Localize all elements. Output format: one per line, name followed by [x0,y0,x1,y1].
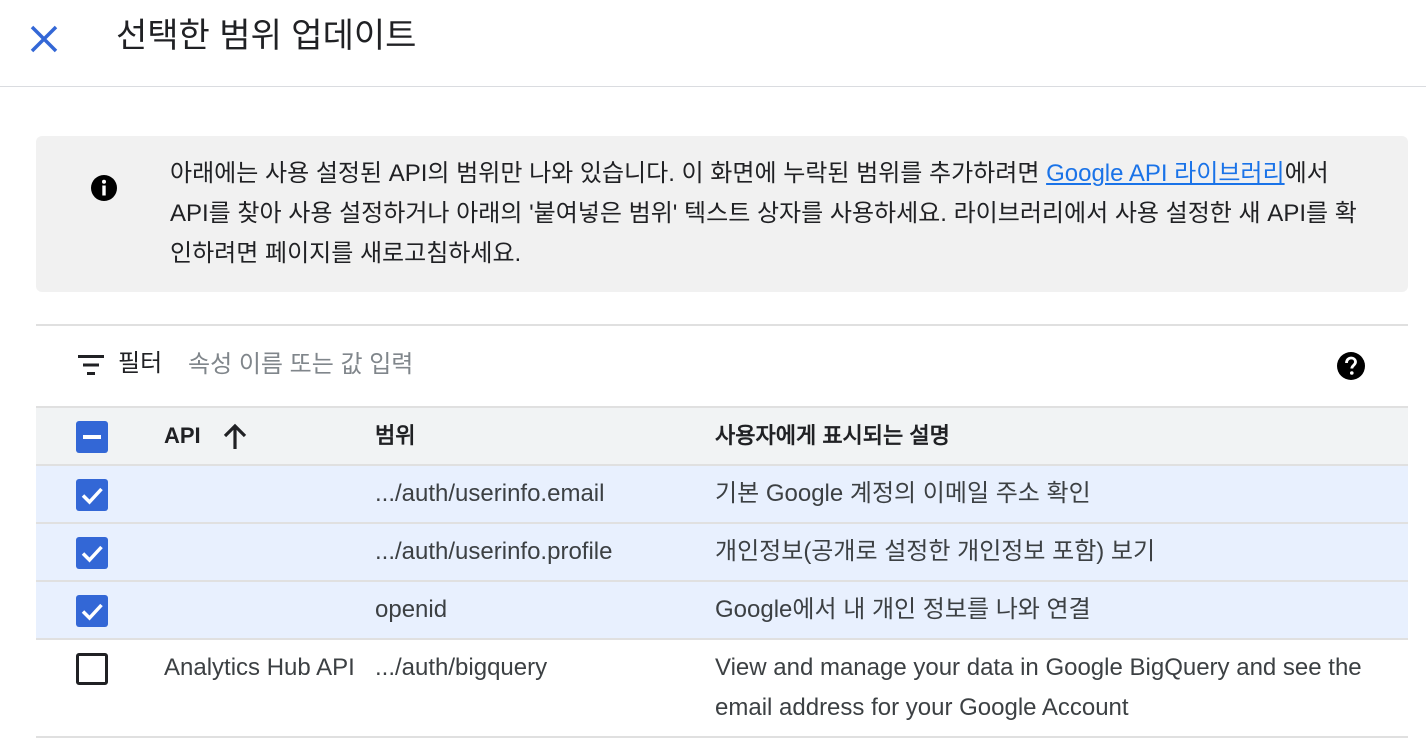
notice-text: 아래에는 사용 설정된 API의 범위만 나와 있습니다. 이 화면에 누락된 … [170,154,1370,274]
row-description: View and manage your data in Google BigQ… [715,654,1362,721]
filter-icon[interactable] [78,354,104,376]
filter-input[interactable] [186,346,1090,384]
table-row[interactable]: .../auth/userinfo.profile 개인정보(공개로 설정한 개… [36,522,1408,580]
arrow-upward-icon[interactable] [222,423,248,451]
filter-bar: 필터 [36,326,1408,406]
filter-label: 필터 [118,350,163,377]
row-checkbox[interactable] [76,479,108,511]
check-icon [81,545,103,563]
column-header-description: 사용자에게 표시되는 설명 [715,423,950,448]
row-description: 기본 Google 계정의 이메일 주소 확인 [715,480,1091,507]
row-description: Google에서 내 개인 정보를 나와 연결 [715,596,1091,623]
indeterminate-icon [83,435,101,439]
row-checkbox[interactable] [76,653,108,685]
notice-text-before: 아래에는 사용 설정된 API의 범위만 나와 있습니다. 이 화면에 누락된 … [170,160,1047,187]
row-api: Analytics Hub API [164,654,355,681]
row-checkbox[interactable] [76,595,108,627]
row-checkbox[interactable] [76,537,108,569]
table-row[interactable]: Analytics Hub API .../auth/bigquery View… [36,638,1408,738]
check-icon [81,603,103,621]
close-button[interactable] [22,17,66,61]
row-scope: .../auth/userinfo.profile [375,538,613,565]
table-row[interactable]: .../auth/userinfo.email 기본 Google 계정의 이메… [36,464,1408,522]
column-header-api[interactable]: API [164,416,364,456]
row-scope: openid [375,596,448,623]
info-icon [91,175,117,201]
scopes-table: API 범위 사용자에게 표시되는 설명 .../auth/userinfo.e… [36,406,1408,738]
column-header-scope: 범위 [375,423,416,448]
check-icon [81,487,103,505]
row-scope: .../auth/bigquery [375,654,548,681]
row-scope: .../auth/userinfo.email [375,480,605,507]
column-header-api-label: API [164,423,201,448]
select-all-checkbox[interactable] [76,421,108,453]
dialog-header: 선택한 범위 업데이트 [0,0,1426,87]
table-row[interactable]: openid Google에서 내 개인 정보를 나와 연결 [36,580,1408,638]
close-icon [30,25,58,53]
api-library-link[interactable]: Google API 라이브러리 [1046,160,1285,187]
row-description: 개인정보(공개로 설정한 개인정보 포함) 보기 [715,538,1156,565]
dialog-title: 선택한 범위 업데이트 [116,17,417,55]
table-header-row: API 범위 사용자에게 표시되는 설명 [36,406,1408,464]
help-icon[interactable] [1336,351,1366,381]
